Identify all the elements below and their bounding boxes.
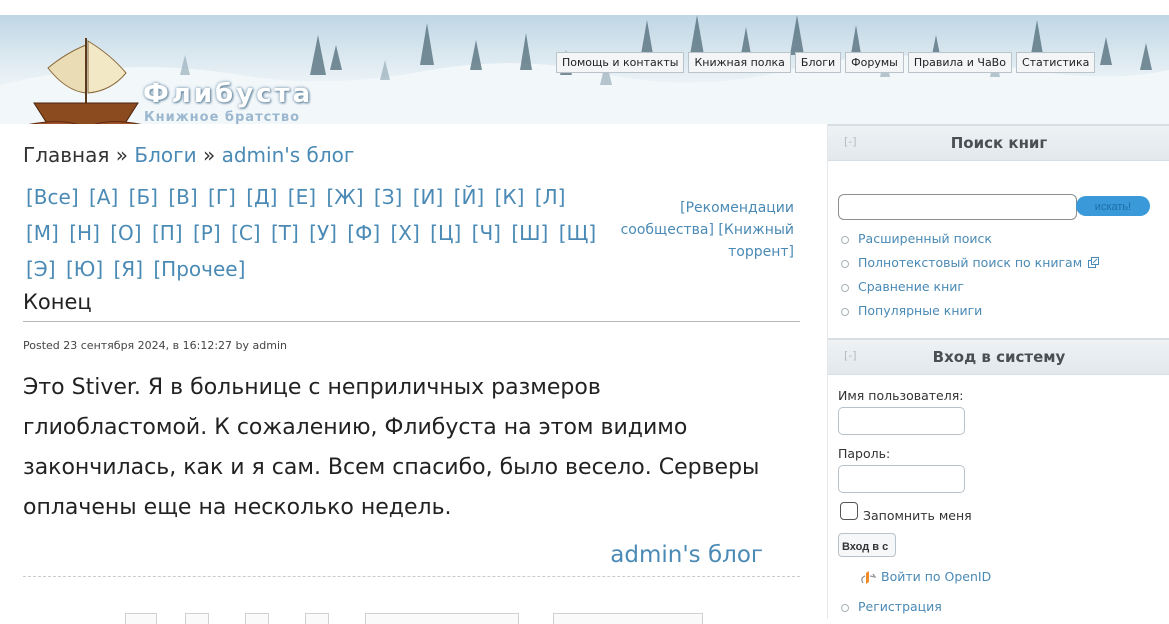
letter-link[interactable]: [Ф] xyxy=(347,221,380,245)
letter-link[interactable]: [Э] xyxy=(26,257,56,281)
letter-link[interactable]: [Ю] xyxy=(66,257,103,281)
breadcrumb-admin-blog[interactable]: admin's блог xyxy=(222,143,355,167)
letter-link[interactable]: [Т] xyxy=(271,221,299,245)
letter-link[interactable]: [О] xyxy=(110,221,141,245)
breadcrumb-separator: » xyxy=(115,143,128,167)
letter-link[interactable]: [Е] xyxy=(288,185,316,209)
alphabet-index: [Все] [А] [Б] [В] [Г] [Д] [Е] [Ж] [З] [И… xyxy=(26,179,601,287)
nav-blogs[interactable]: Блоги xyxy=(794,52,842,73)
post-body: Это Stiver. Я в больнице с неприличных р… xyxy=(23,375,760,520)
letter-link[interactable]: [З] xyxy=(374,185,402,209)
book-search-input[interactable] xyxy=(838,194,1077,220)
login-block-title: Вход в систему xyxy=(932,348,1066,366)
site-subtitle: Книжное братство xyxy=(144,110,300,124)
letter-link[interactable]: [И] xyxy=(413,185,444,209)
post-meta: Posted 23 сентября 2024, в 16:12:27 by a… xyxy=(23,339,287,352)
external-link-icon xyxy=(1088,257,1100,268)
nav-statistics[interactable]: Статистика xyxy=(1015,52,1096,73)
nav-help-contacts[interactable]: Помощь и контакты xyxy=(556,52,685,73)
ship-logo-icon[interactable] xyxy=(26,33,146,124)
letter-link-all[interactable]: [Все] xyxy=(26,185,79,209)
letter-link-other[interactable]: [Прочее] xyxy=(153,257,245,281)
remember-me-label[interactable]: Запомнить меня xyxy=(863,508,972,523)
remember-me-checkbox[interactable] xyxy=(840,502,858,520)
search-button[interactable]: искать! xyxy=(1076,196,1150,216)
sidebar: [-] Поиск книг искать! Расширенный поиск… xyxy=(827,124,1169,619)
title-divider xyxy=(23,321,800,322)
breadcrumb-blogs[interactable]: Блоги xyxy=(134,143,196,167)
letter-link[interactable]: [Н] xyxy=(69,221,100,245)
search-block-header: [-] Поиск книг xyxy=(828,124,1169,161)
letter-link[interactable]: [Б] xyxy=(129,185,158,209)
breadcrumb-separator: » xyxy=(202,143,216,167)
password-label: Пароль: xyxy=(838,446,891,461)
letter-link[interactable]: [Ч] xyxy=(472,221,501,245)
letter-link[interactable]: [Ш] xyxy=(511,221,548,245)
login-button[interactable]: Вход в с xyxy=(838,533,896,557)
search-links: Расширенный поиск Полнотекстовый поиск п… xyxy=(839,227,1100,323)
letter-link[interactable]: [М] xyxy=(26,221,59,245)
fulltext-search-link[interactable]: Полнотекстовый поиск по книгам xyxy=(839,251,1100,275)
letter-link[interactable]: [А] xyxy=(89,185,118,209)
post-divider xyxy=(23,576,800,577)
register-link[interactable]: Регистрация xyxy=(839,595,942,619)
letter-link[interactable]: [В] xyxy=(168,185,197,209)
letter-link[interactable]: [П] xyxy=(152,221,183,245)
breadcrumb-home[interactable]: Главная xyxy=(23,143,109,167)
site-title[interactable]: Флибуста xyxy=(143,79,313,109)
admin-blog-link[interactable]: admin's блог xyxy=(610,542,763,568)
nav-forums[interactable]: Форумы xyxy=(845,52,904,73)
letter-link[interactable]: [Й] xyxy=(454,185,485,209)
login-block-header: [-] Вход в систему xyxy=(828,338,1169,375)
page-title: Конец xyxy=(23,290,92,314)
book-torrent-link[interactable]: [Книжный торрент] xyxy=(718,222,794,260)
login-links: Регистрация xyxy=(839,595,942,619)
letter-link[interactable]: [Г] xyxy=(208,185,236,209)
letter-link[interactable]: [Х] xyxy=(390,221,419,245)
search-block-title: Поиск книг xyxy=(950,134,1048,152)
nav-rules-faq[interactable]: Правила и ЧаВо xyxy=(907,52,1012,73)
nav-bookshelf[interactable]: Книжная полка xyxy=(688,52,791,73)
popular-books-link[interactable]: Популярные книги xyxy=(839,299,1099,323)
compare-books-link[interactable]: Сравнение книг xyxy=(839,275,1099,299)
top-navigation: Помощь и контакты Книжная полка Блоги Фо… xyxy=(556,52,1096,73)
openid-login-link[interactable]: Войти по OpenID xyxy=(881,569,991,584)
letter-link[interactable]: [Д] xyxy=(246,185,277,209)
breadcrumb: Главная » Блоги » admin's блог xyxy=(23,143,354,167)
letter-link[interactable]: [Ц] xyxy=(430,221,461,245)
password-field[interactable] xyxy=(838,465,965,493)
letter-link[interactable]: [У] xyxy=(309,221,337,245)
letter-link[interactable]: [Я] xyxy=(114,257,144,281)
username-label: Имя пользователя: xyxy=(838,388,964,403)
recommendations-links: [Рекомендации сообщества] [Книжный торре… xyxy=(584,197,794,263)
letter-link[interactable]: [Р] xyxy=(193,221,221,245)
letter-link[interactable]: [К] xyxy=(495,185,525,209)
site-header: Флибуста Книжное братство Помощь и конта… xyxy=(0,15,1169,124)
openid-icon xyxy=(861,571,876,584)
letter-link[interactable]: [Л] xyxy=(535,185,566,209)
advanced-search-link[interactable]: Расширенный поиск xyxy=(839,227,1099,251)
letter-link[interactable]: [Ж] xyxy=(326,185,363,209)
letter-link[interactable]: [С] xyxy=(231,221,261,245)
username-field[interactable] xyxy=(838,407,965,435)
